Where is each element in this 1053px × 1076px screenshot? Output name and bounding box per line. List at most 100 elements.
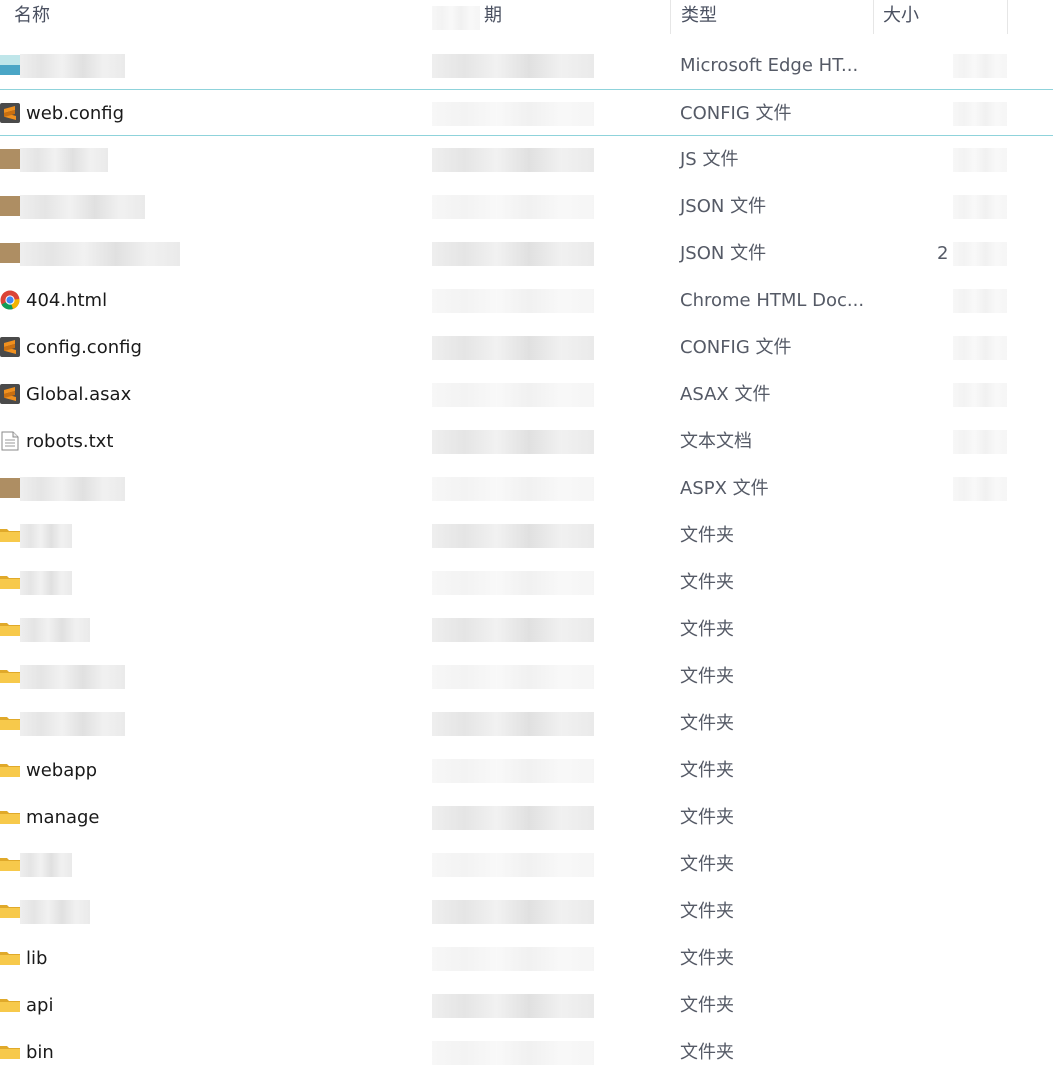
file-row[interactable]: api 文件夹: [0, 982, 1053, 1029]
redacted-modified-date: [432, 618, 594, 642]
blurred-icon: [0, 55, 20, 75]
file-name: webapp: [26, 760, 98, 781]
file-row[interactable]: 文件夹: [0, 653, 1053, 700]
file-row[interactable]: ASPX 文件: [0, 465, 1053, 512]
redacted-modified-date: [432, 759, 594, 783]
file-type: ASAX 文件: [680, 384, 771, 405]
file-type: 文件夹: [680, 525, 734, 546]
file-row[interactable]: 文件夹: [0, 700, 1053, 747]
file-row[interactable]: Microsoft Edge HT...: [0, 42, 1053, 89]
file-type: 文本文档: [680, 431, 752, 452]
file-type: 文件夹: [680, 854, 734, 875]
file-type: CONFIG 文件: [680, 337, 792, 358]
file-row[interactable]: 文件夹: [0, 841, 1053, 888]
file-name: manage: [26, 807, 100, 828]
redacted-modified-date: [432, 242, 594, 266]
file-row[interactable]: webapp 文件夹: [0, 747, 1053, 794]
redacted-file-size: [953, 102, 1007, 126]
file-type: JSON 文件: [680, 243, 767, 264]
file-type: 文件夹: [680, 713, 734, 734]
column-type-header[interactable]: 类型: [681, 0, 717, 34]
redacted-file-name: [20, 242, 180, 266]
column-date-header[interactable]: 期: [484, 0, 502, 34]
file-type: 文件夹: [680, 572, 734, 593]
file-type: 文件夹: [680, 666, 734, 687]
redacted-file-size: [953, 195, 1007, 219]
redacted-file-name: [20, 524, 72, 548]
file-row[interactable]: 文件夹: [0, 559, 1053, 606]
file-row[interactable]: robots.txt 文本文档: [0, 418, 1053, 465]
column-size-header[interactable]: 大小: [883, 0, 919, 34]
redacted-modified-date: [432, 524, 594, 548]
file-row[interactable]: bin 文件夹: [0, 1029, 1053, 1076]
redacted-modified-date: [432, 430, 594, 454]
redacted-modified-date: [432, 571, 594, 595]
blurred-icon: [0, 243, 20, 263]
sublime-file-icon: [0, 103, 20, 123]
file-name: 404.html: [26, 290, 108, 311]
file-type: 文件夹: [680, 948, 734, 969]
redacted-modified-date: [432, 1041, 594, 1065]
file-name: api: [26, 995, 54, 1016]
redacted-file-size: [953, 148, 1007, 172]
file-row[interactable]: Global.asax ASAX 文件: [0, 371, 1053, 418]
redacted-file-name: [20, 54, 125, 78]
column-divider[interactable]: [873, 0, 874, 34]
file-type: CONFIG 文件: [680, 103, 792, 124]
file-row[interactable]: lib 文件夹: [0, 935, 1053, 982]
file-row[interactable]: 404.html Chrome HTML Doc...: [0, 277, 1053, 324]
file-row[interactable]: 文件夹: [0, 606, 1053, 653]
file-row[interactable]: 文件夹: [0, 888, 1053, 935]
redacted-modified-date: [432, 336, 594, 360]
blurred-icon: [0, 478, 20, 498]
date-header-redacted: [432, 6, 480, 30]
folder-icon: [0, 995, 20, 1015]
redacted-file-size: [953, 383, 1007, 407]
folder-icon: [0, 760, 20, 780]
redacted-modified-date: [432, 289, 594, 313]
file-row[interactable]: JSON 文件: [0, 183, 1053, 230]
redacted-file-size: [953, 54, 1007, 78]
file-row[interactable]: 文件夹: [0, 512, 1053, 559]
redacted-modified-date: [432, 54, 594, 78]
redacted-modified-date: [432, 853, 594, 877]
redacted-file-size: [953, 430, 1007, 454]
file-row[interactable]: manage 文件夹: [0, 794, 1053, 841]
blurred-icon: [0, 149, 20, 169]
redacted-file-name: [20, 571, 72, 595]
redacted-modified-date: [432, 477, 594, 501]
sublime-file-icon: [0, 337, 20, 357]
file-row[interactable]: JSON 文件 2: [0, 230, 1053, 277]
folder-icon: [0, 807, 20, 827]
column-divider[interactable]: [1007, 0, 1008, 34]
blurred-icon: [0, 196, 20, 216]
redacted-file-name: [20, 148, 108, 172]
folder-icon: [0, 901, 20, 921]
redacted-file-name: [20, 900, 90, 924]
file-name: lib: [26, 948, 48, 969]
redacted-modified-date: [432, 195, 594, 219]
text-file-icon: [0, 431, 20, 451]
file-type: Chrome HTML Doc...: [680, 290, 865, 311]
folder-icon: [0, 619, 20, 639]
redacted-modified-date: [432, 994, 594, 1018]
file-type: 文件夹: [680, 807, 734, 828]
file-row[interactable]: web.config CONFIG 文件: [0, 89, 1053, 136]
column-divider[interactable]: [670, 0, 671, 34]
column-name-header[interactable]: 名称: [14, 0, 50, 34]
folder-icon: [0, 948, 20, 968]
file-name: config.config: [26, 337, 142, 358]
file-type: JS 文件: [680, 149, 739, 170]
file-type: 文件夹: [680, 760, 734, 781]
redacted-modified-date: [432, 665, 594, 689]
redacted-modified-date: [432, 102, 594, 126]
file-type: 文件夹: [680, 1042, 734, 1063]
redacted-file-name: [20, 195, 145, 219]
file-row[interactable]: config.config CONFIG 文件: [0, 324, 1053, 371]
folder-icon: [0, 666, 20, 686]
file-type: JSON 文件: [680, 196, 767, 217]
file-name: robots.txt: [26, 431, 114, 452]
column-header: 名称 期 类型 大小: [0, 0, 1053, 34]
redacted-file-size: [953, 242, 1007, 266]
file-row[interactable]: JS 文件: [0, 136, 1053, 183]
